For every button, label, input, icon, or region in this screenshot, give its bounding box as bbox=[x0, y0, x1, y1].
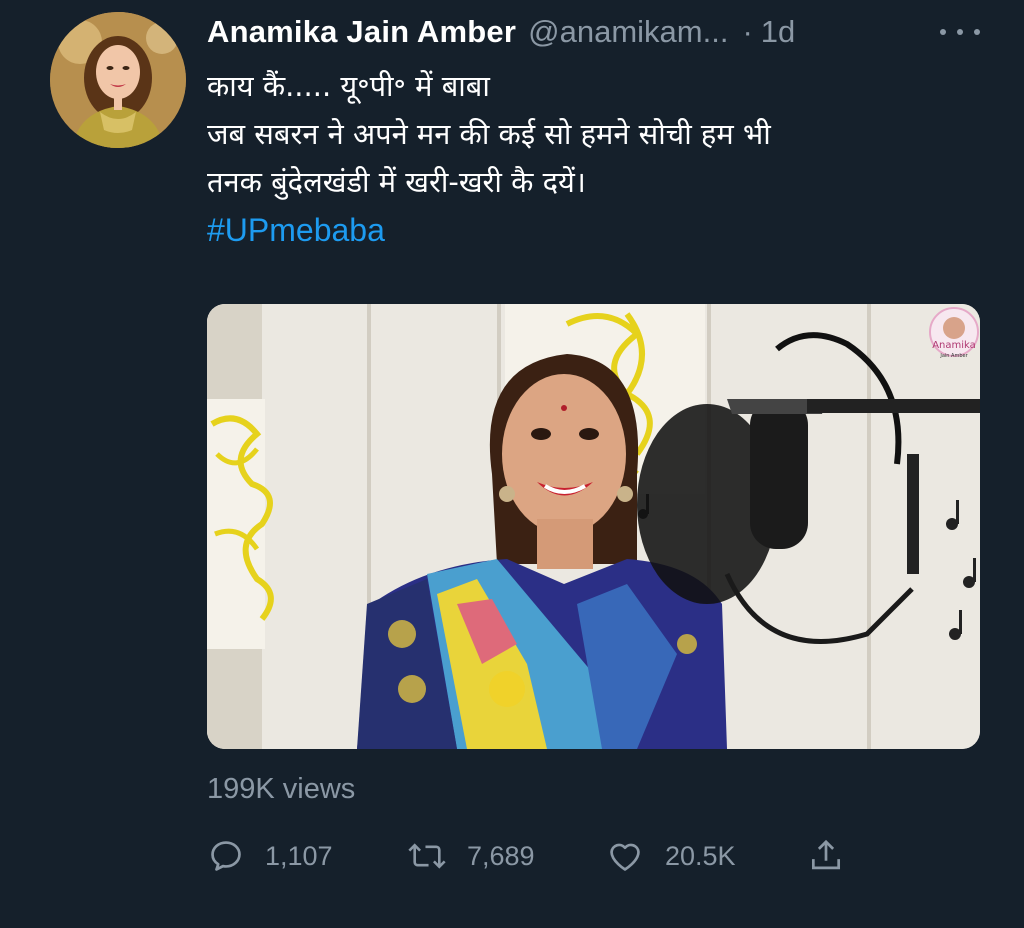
retweet-button[interactable]: 7,689 bbox=[407, 834, 535, 878]
header-separator: · bbox=[742, 14, 753, 49]
tweet-text-line: तनक बुंदेलखंडी में खरी-खरी कै दयें। bbox=[207, 165, 586, 199]
retweet-count: 7,689 bbox=[467, 840, 535, 871]
more-horizontal-icon bbox=[974, 29, 980, 35]
avatar-portrait bbox=[50, 12, 186, 148]
watermark-subtitle: Jain Amber bbox=[939, 353, 968, 359]
tweet-actions-bar: 1,107 7,689 20.5K bbox=[207, 834, 987, 878]
tweet-card: Anamika Jain Amber @anamikam... · 1d काय… bbox=[0, 0, 1024, 928]
like-count: 20.5K bbox=[665, 840, 736, 871]
tweet-text: काय कैं..... यू॰पी॰ में बाबा जब सबरन ने … bbox=[207, 62, 987, 255]
view-count: 199K views bbox=[207, 773, 356, 805]
tweet-media-video[interactable]: Anamika Jain Amber bbox=[207, 304, 980, 749]
more-horizontal-icon bbox=[957, 29, 963, 35]
share-button[interactable] bbox=[807, 834, 845, 878]
reply-button[interactable]: 1,107 bbox=[207, 834, 333, 878]
reply-count: 1,107 bbox=[265, 840, 333, 871]
tweet-header: Anamika Jain Amber @anamikam... · 1d bbox=[207, 10, 795, 54]
tweet-timestamp[interactable]: 1d bbox=[761, 14, 795, 50]
more-options-button[interactable] bbox=[940, 20, 980, 44]
author-display-name[interactable]: Anamika Jain Amber bbox=[207, 14, 516, 50]
watermark-title: Anamika bbox=[932, 340, 976, 351]
author-avatar[interactable] bbox=[50, 12, 186, 148]
hashtag-link[interactable]: #UPmebaba bbox=[207, 212, 385, 248]
like-button[interactable]: 20.5K bbox=[605, 834, 736, 878]
reply-bubble-icon bbox=[211, 841, 241, 871]
video-thumbnail: Anamika Jain Amber bbox=[207, 304, 980, 749]
retweet-arrows-icon bbox=[408, 843, 446, 869]
author-handle[interactable]: @anamikam... bbox=[528, 14, 728, 50]
more-horizontal-icon bbox=[940, 29, 946, 35]
tweet-text-line: काय कैं..... यू॰पी॰ में बाबा bbox=[207, 69, 490, 103]
tweet-text-line: जब सबरन ने अपने मन की कई सो हमने सोची हम… bbox=[207, 117, 771, 151]
heart-outline-icon bbox=[610, 843, 640, 871]
share-upload-icon bbox=[811, 839, 841, 870]
